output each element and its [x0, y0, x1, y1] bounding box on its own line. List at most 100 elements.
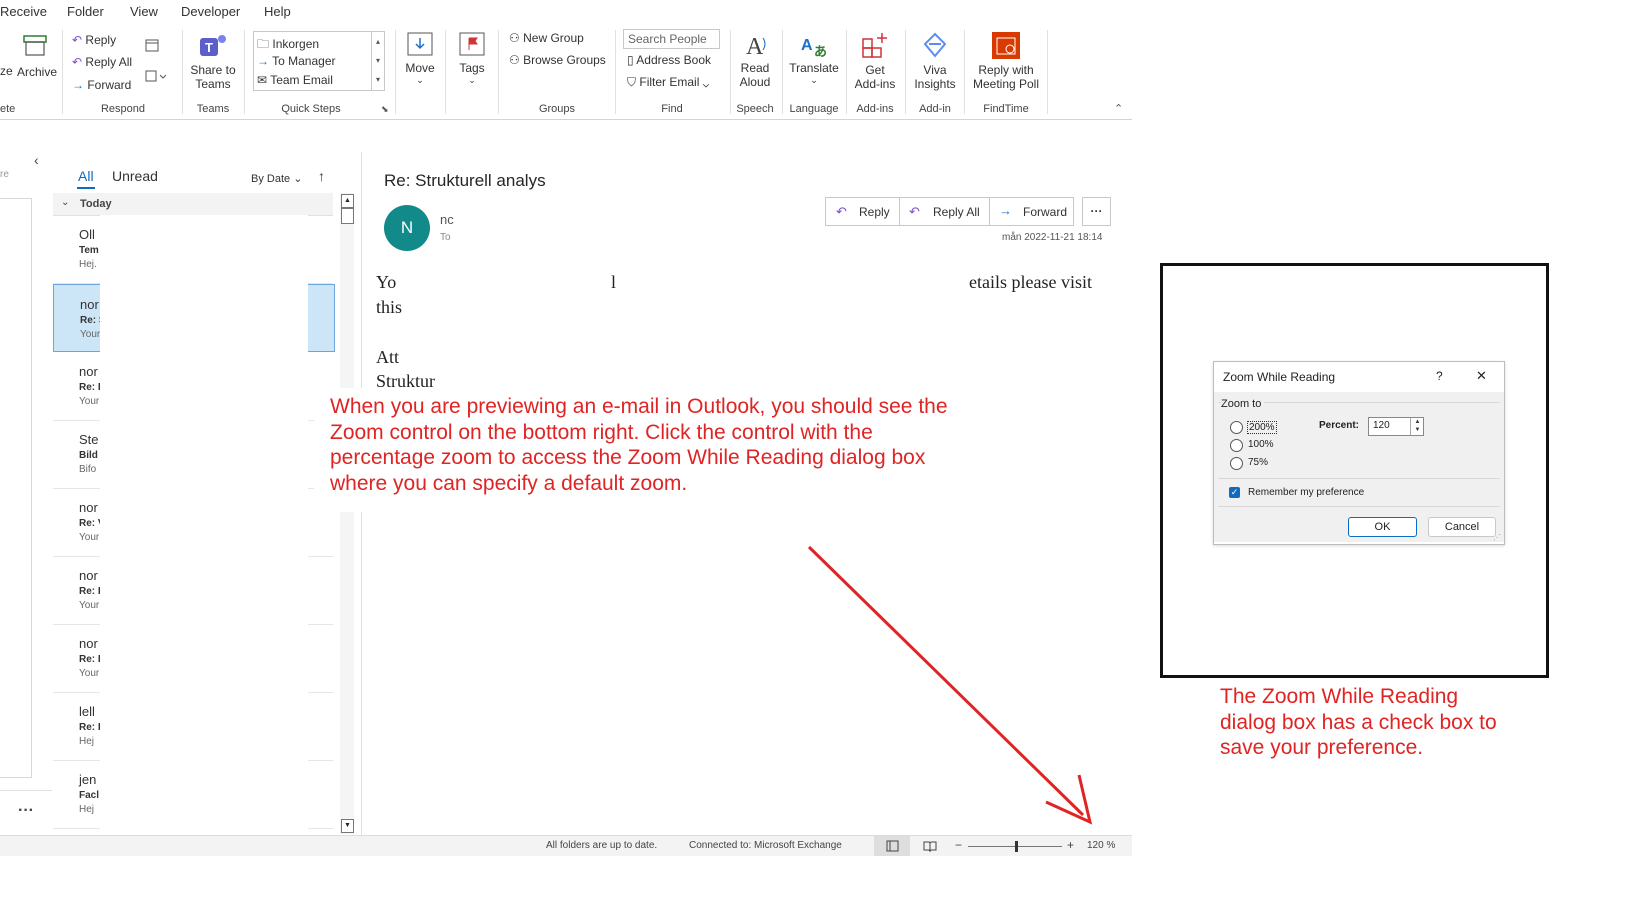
- body-text: Struktur: [376, 371, 436, 389]
- svg-text:あ: あ: [814, 44, 827, 58]
- radio-75-label[interactable]: 75%: [1248, 457, 1268, 468]
- tags-button[interactable]: Tags ⌄: [454, 30, 490, 86]
- address-book-icon: ▯: [627, 53, 634, 67]
- zoom-to-label: Zoom to: [1221, 398, 1265, 410]
- find-group-label: Find: [661, 103, 683, 115]
- radio-100-label[interactable]: 100%: [1248, 439, 1274, 450]
- more-respond-button[interactable]: [144, 68, 168, 87]
- reading-forward-button[interactable]: → Forward: [990, 198, 1074, 225]
- group-header-today[interactable]: ⌄ Today: [53, 193, 333, 216]
- more-apps-button[interactable]: ···: [18, 802, 34, 820]
- reading-view-icon[interactable]: [923, 840, 937, 852]
- annotation-main: When you are previewing an e-mail in Out…: [330, 395, 948, 495]
- search-people-input[interactable]: Search People: [623, 29, 720, 49]
- sort-by-date[interactable]: By Date ⌄: [251, 172, 302, 185]
- more-actions-button[interactable]: ···: [1082, 197, 1111, 226]
- quick-step-inkorgen[interactable]: 🗀 Inkorgen: [257, 35, 319, 56]
- add-in-group-label: Add-in: [919, 103, 951, 115]
- arrow-icon: →: [257, 54, 269, 68]
- collapse-ribbon-button[interactable]: ⌃: [1114, 102, 1123, 115]
- avatar[interactable]: N: [384, 205, 430, 251]
- menu-receive[interactable]: Receive: [0, 4, 47, 19]
- folder-tree: [0, 198, 32, 778]
- help-button[interactable]: ?: [1436, 369, 1443, 383]
- radio-200[interactable]: [1230, 421, 1243, 434]
- radio-200-label[interactable]: 200%: [1247, 421, 1277, 434]
- annotation-arrow: [807, 545, 1093, 825]
- tab-unread[interactable]: Unread: [112, 168, 158, 184]
- viva-insights-button[interactable]: Viva Insights: [911, 30, 959, 91]
- svg-text:T: T: [205, 40, 213, 55]
- ribbon-spacer: [0, 120, 1132, 152]
- scroll-down-icon[interactable]: ▼: [341, 819, 354, 833]
- reply-all-button[interactable]: ↶ Reply All: [72, 55, 132, 69]
- menu-help[interactable]: Help: [264, 4, 291, 19]
- quick-steps-scroll[interactable]: ▴ ▾ ▾: [371, 32, 384, 90]
- reply-all-icon: ↶: [72, 55, 83, 69]
- message-subject: Re: Strukturell analys: [384, 171, 546, 190]
- remember-checkbox[interactable]: ✓: [1229, 487, 1240, 498]
- get-add-ins-button[interactable]: Get Add-ins: [851, 30, 899, 91]
- translate-button[interactable]: Aあ Translate ⌄: [787, 30, 841, 86]
- reply-button[interactable]: ↶ Reply: [72, 33, 116, 47]
- tab-all[interactable]: All: [78, 168, 94, 184]
- groups-group-label: Groups: [538, 103, 576, 115]
- quick-step-to-manager[interactable]: → To Manager: [257, 54, 336, 68]
- filter-email-button[interactable]: ⛉ Filter Email ⌄: [627, 75, 709, 90]
- more-respond-icon: [145, 70, 167, 82]
- close-icon[interactable]: ✕: [1476, 368, 1487, 384]
- body-text: etails please visit: [969, 272, 1092, 292]
- address-book-button[interactable]: ▯ Address Book: [627, 53, 711, 67]
- spin-arrows-icon[interactable]: ▲ ▼: [1410, 418, 1424, 435]
- percent-value[interactable]: 120: [1373, 420, 1390, 431]
- menu-folder[interactable]: Folder: [67, 4, 104, 19]
- quick-step-team-email[interactable]: ✉ Team Email: [257, 73, 333, 87]
- reply-with-meeting-poll-button[interactable]: Reply with Meeting Poll: [970, 30, 1042, 91]
- teams-icon: T: [200, 35, 226, 56]
- cancel-button[interactable]: Cancel: [1428, 517, 1496, 537]
- forward-button[interactable]: → Forward: [72, 78, 131, 92]
- move-icon: [407, 32, 433, 56]
- reading-reply-all-button[interactable]: ↶ Reply All: [900, 198, 990, 225]
- ok-button[interactable]: OK: [1348, 517, 1417, 537]
- zoom-out-button[interactable]: −: [955, 838, 962, 852]
- share-to-teams-button[interactable]: T Share to Teams: [188, 30, 238, 91]
- reply-icon: ↶: [72, 33, 83, 47]
- scroll-thumb[interactable]: [341, 208, 354, 224]
- tab-all-underline: [77, 187, 95, 189]
- folder-pane: re ‹ ···: [0, 152, 52, 835]
- delete-group-label: ete: [0, 103, 16, 115]
- browse-groups-button[interactable]: ⚇ Browse Groups: [509, 53, 606, 67]
- remember-label[interactable]: Remember my preference: [1248, 487, 1364, 498]
- zoom-in-button[interactable]: +: [1067, 838, 1074, 852]
- read-aloud-button[interactable]: A Read Aloud: [734, 30, 776, 89]
- language-group-label: Language: [789, 103, 839, 115]
- new-group-button[interactable]: ⚇ New Group: [509, 31, 584, 45]
- ribbon: ze Archive ete ↶ Reply ↶ Reply All → For…: [0, 24, 1132, 120]
- quick-steps-launcher[interactable]: ⬊: [381, 104, 389, 115]
- list-scrollbar[interactable]: ▲ ▼: [340, 193, 354, 834]
- scroll-up-icon[interactable]: ▲: [341, 194, 354, 208]
- percent-spinner[interactable]: 120 ▲ ▼: [1368, 417, 1424, 436]
- menu-developer[interactable]: Developer: [181, 4, 240, 19]
- normal-view-button[interactable]: [874, 836, 910, 856]
- radio-75[interactable]: [1230, 457, 1243, 470]
- move-button[interactable]: Move ⌄: [402, 30, 438, 86]
- radio-100[interactable]: [1230, 439, 1243, 452]
- collapse-folder-pane-button[interactable]: ‹: [34, 152, 39, 168]
- filter-icon: ⛉: [627, 75, 637, 89]
- body-text: Yo: [376, 272, 397, 292]
- zoom-slider-thumb[interactable]: [1015, 841, 1018, 852]
- reading-reply-button[interactable]: ↶ Reply: [826, 198, 900, 225]
- archive-button[interactable]: Archive: [17, 32, 57, 79]
- menu-view[interactable]: View: [130, 4, 158, 19]
- meeting-button[interactable]: [144, 37, 160, 56]
- resize-grip-icon[interactable]: ⋰: [1493, 533, 1501, 542]
- archive-icon: [23, 35, 47, 56]
- redaction-block: [100, 215, 308, 835]
- sort-direction-icon[interactable]: ↑: [318, 168, 325, 184]
- svg-text:A: A: [746, 34, 764, 58]
- sender-name[interactable]: nc: [440, 212, 454, 227]
- zoom-level-button[interactable]: 120 %: [1087, 840, 1115, 851]
- menu-bar: Receive Folder View Developer Help: [0, 0, 1132, 24]
